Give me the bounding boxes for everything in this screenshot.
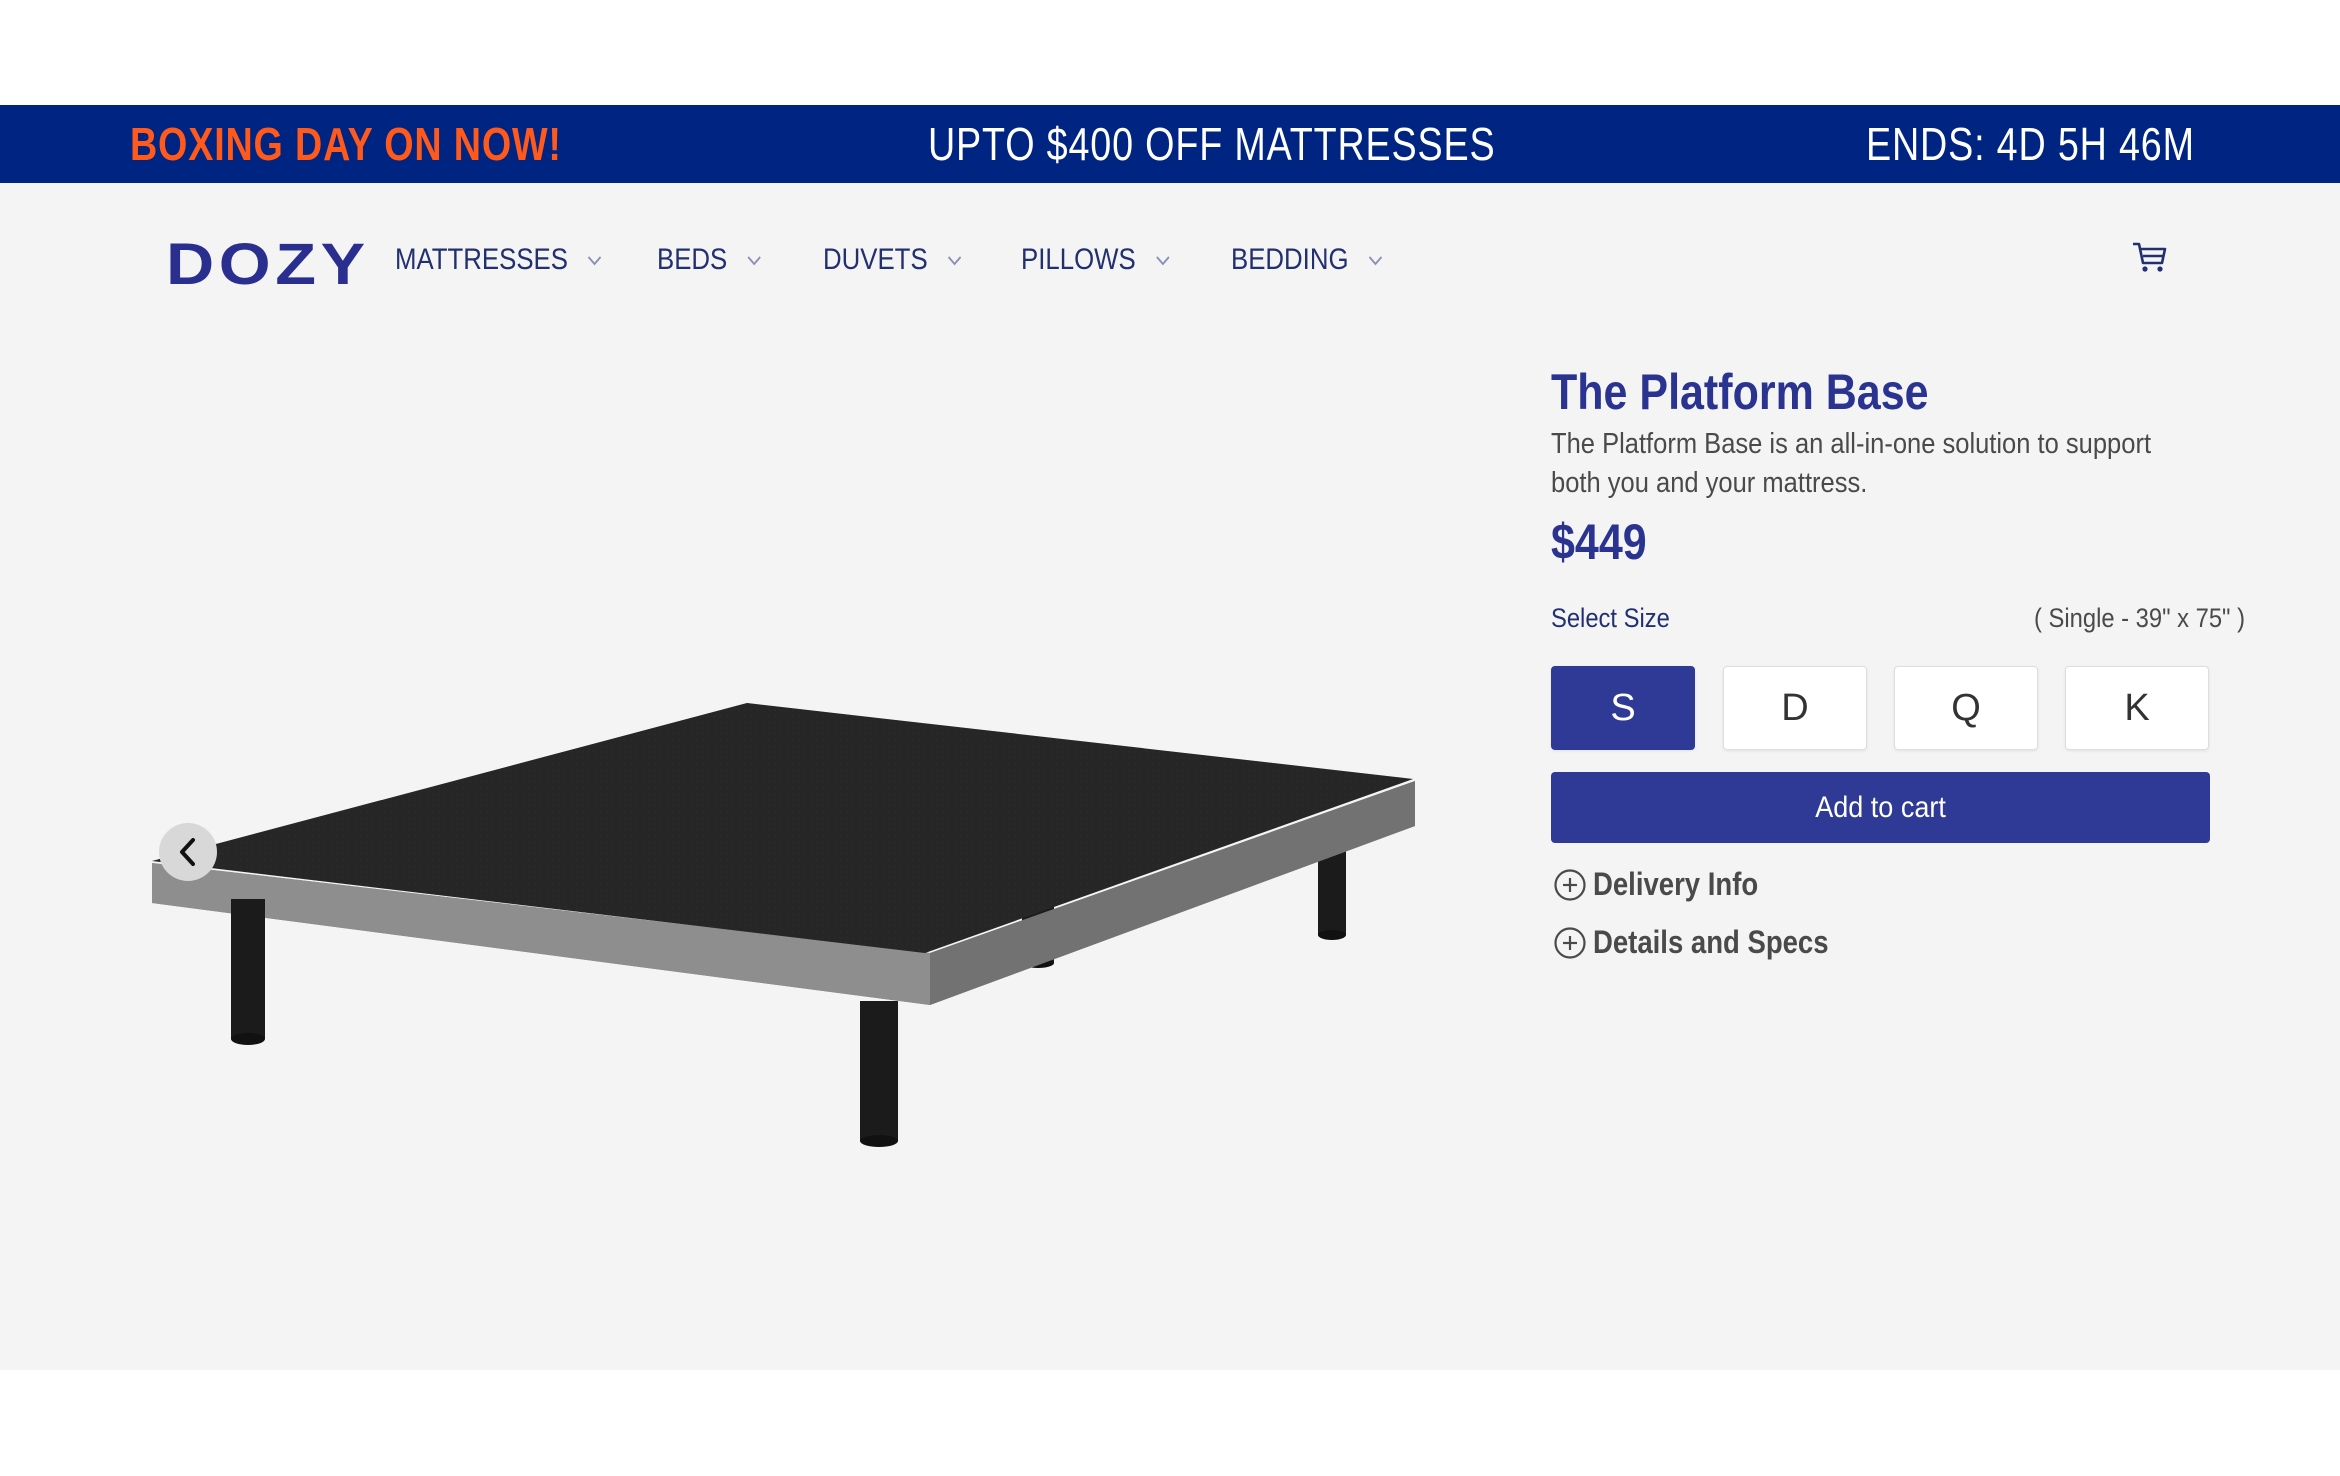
accordion-details-specs[interactable]: Details and Specs — [1553, 924, 1867, 961]
nav-item-bedding[interactable]: BEDDING — [1231, 243, 1383, 277]
chevron-down-icon — [1156, 256, 1170, 266]
carousel-prev-button[interactable] — [159, 823, 217, 881]
size-option-queen[interactable]: Q — [1894, 666, 2038, 750]
plus-circle-icon — [1554, 868, 1586, 901]
chevron-down-icon — [947, 256, 962, 266]
nav-label: PILLOWS — [1021, 243, 1136, 276]
size-option-label: K — [2124, 686, 2150, 729]
size-option-label: Q — [1951, 686, 1981, 729]
chevron-down-icon — [747, 256, 761, 266]
size-option-single[interactable]: S — [1551, 666, 1695, 750]
add-to-cart-button[interactable]: Add to cart — [1551, 772, 2210, 843]
size-option-label: D — [1781, 686, 1809, 729]
promo-left-text: BOXING DAY ON NOW! — [130, 118, 562, 170]
product-title: The Platform Base — [1551, 364, 1929, 420]
accordion-label: Details and Specs — [1593, 924, 1829, 960]
nav-label: BEDS — [657, 243, 728, 276]
size-label: Select Size — [1551, 603, 1670, 633]
promo-banner: BOXING DAY ON NOW! UPTO $400 OFF MATTRES… — [0, 105, 2340, 183]
product-image — [152, 703, 1415, 1147]
main-nav: DOZY MATTRESSES BEDS DUVETS PILLOWS BEDD… — [0, 183, 2340, 333]
product-description: The Platform Base is an all-in-one solut… — [1551, 428, 2152, 499]
accordion-delivery-info[interactable]: Delivery Info — [1553, 866, 1785, 903]
chevron-left-icon — [180, 838, 195, 866]
nav-label: BEDDING — [1231, 243, 1349, 276]
product-price: $449 — [1551, 514, 1647, 570]
size-option-king[interactable]: K — [2065, 666, 2209, 750]
nav-item-mattresses[interactable]: MATTRESSES — [395, 243, 603, 277]
add-to-cart-label: Add to cart — [1815, 790, 1946, 824]
plus-circle-icon — [1554, 926, 1586, 959]
promo-center-text: UPTO $400 OFF MATTRESSES — [928, 118, 1496, 170]
chevron-down-icon — [588, 256, 602, 266]
logo-text: DOZY — [166, 232, 370, 297]
selected-size-text: ( Single - 39" x 75" ) — [2034, 603, 2246, 633]
nav-item-pillows[interactable]: PILLOWS — [1021, 243, 1170, 277]
nav-label: MATTRESSES — [395, 243, 568, 276]
size-option-label: S — [1610, 686, 1636, 729]
nav-item-beds[interactable]: BEDS — [657, 243, 762, 277]
chevron-down-icon — [1368, 256, 1383, 266]
page-content: DOZY MATTRESSES BEDS DUVETS PILLOWS BEDD… — [0, 183, 2340, 1370]
brand-logo[interactable]: DOZY — [166, 231, 370, 298]
nav-item-duvets[interactable]: DUVETS — [823, 243, 962, 277]
cart-icon[interactable] — [2130, 237, 2170, 277]
nav-label: DUVETS — [823, 243, 928, 276]
accordion-label: Delivery Info — [1593, 866, 1759, 902]
size-option-double[interactable]: D — [1723, 666, 1867, 750]
promo-countdown: ENDS: 4D 5H 46M — [1866, 118, 2195, 170]
